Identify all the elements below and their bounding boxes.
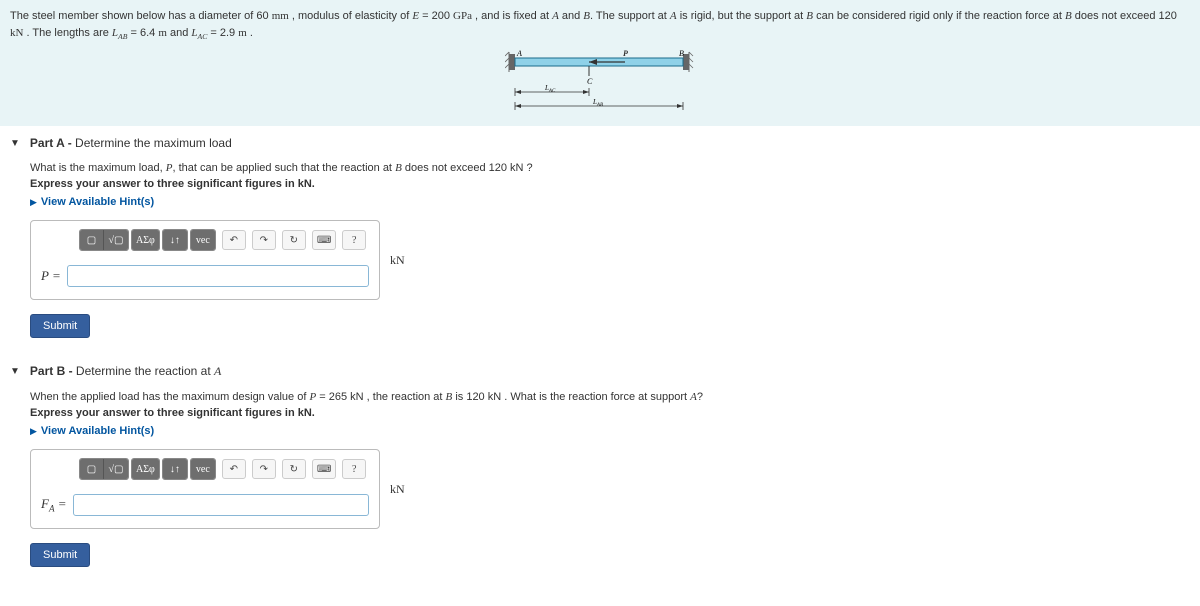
part-b-question: When the applied load has the maximum de… <box>30 391 1190 403</box>
svg-text:C: C <box>587 77 593 86</box>
reset-button[interactable]: ↻ <box>282 459 306 479</box>
help-button[interactable]: ? <box>342 230 366 250</box>
svg-text:B: B <box>679 49 684 58</box>
svg-text:LAB: LAB <box>592 98 603 108</box>
greek-button[interactable]: ΑΣφ <box>132 459 159 479</box>
part-a-answer-box: ▢ √▢ ΑΣφ ↓↑ vec ↶ ↷ ↻ ⌨ ? <box>30 220 380 300</box>
equation-toolbar: ▢ √▢ ΑΣφ ↓↑ vec ↶ ↷ ↻ ⌨ ? <box>31 450 379 488</box>
redo-button[interactable]: ↷ <box>252 230 276 250</box>
answer-variable-label: P = <box>41 268 61 284</box>
part-b-answer-input[interactable] <box>73 494 369 516</box>
chevron-right-icon: ▶ <box>30 197 37 208</box>
vec-button[interactable]: vec <box>191 230 215 250</box>
hints-label: View Available Hint(s) <box>41 196 154 208</box>
answer-variable-label: FA = <box>41 496 67 514</box>
help-button[interactable]: ? <box>342 459 366 479</box>
undo-button[interactable]: ↶ <box>222 230 246 250</box>
keyboard-button[interactable]: ⌨ <box>312 459 336 479</box>
svg-text:P: P <box>623 49 628 58</box>
part-a-header[interactable]: ▼ Part A - Determine the maximum load <box>10 136 1190 150</box>
problem-statement: The steel member shown below has a diame… <box>0 0 1200 126</box>
sqrt-button[interactable]: √▢ <box>104 459 128 479</box>
svg-text:A: A <box>516 49 522 58</box>
equation-toolbar: ▢ √▢ ΑΣφ ↓↑ vec ↶ ↷ ↻ ⌨ ? <box>31 221 379 259</box>
templates-button[interactable]: ▢ <box>80 230 104 250</box>
part-a-instruction: Express your answer to three significant… <box>30 178 1190 190</box>
part-b-answer-box: ▢ √▢ ΑΣφ ↓↑ vec ↶ ↷ ↻ ⌨ ? <box>30 449 380 529</box>
collapse-icon: ▼ <box>10 138 20 149</box>
collapse-icon: ▼ <box>10 366 20 377</box>
part-b-unit-label: kN <box>390 482 405 497</box>
templates-button[interactable]: ▢ <box>80 459 104 479</box>
part-b-title: Part B - Determine the reaction at A <box>30 364 221 379</box>
keyboard-button[interactable]: ⌨ <box>312 230 336 250</box>
reset-button[interactable]: ↻ <box>282 230 306 250</box>
part-b-header[interactable]: ▼ Part B - Determine the reaction at A <box>10 364 1190 379</box>
svg-text:LAC: LAC <box>544 84 556 94</box>
part-a-title: Part A - Determine the maximum load <box>30 136 232 150</box>
part-a-answer-input[interactable] <box>67 265 369 287</box>
beam-figure: A B C P LAC LAB <box>505 48 695 118</box>
vec-button[interactable]: vec <box>191 459 215 479</box>
scripts-button[interactable]: ↓↑ <box>163 459 187 479</box>
part-b: ▼ Part B - Determine the reaction at A W… <box>0 354 1200 583</box>
part-b-hints-toggle[interactable]: ▶ View Available Hint(s) <box>30 425 1190 437</box>
part-b-instruction: Express your answer to three significant… <box>30 407 1190 419</box>
chevron-right-icon: ▶ <box>30 426 37 437</box>
greek-button[interactable]: ΑΣφ <box>132 230 159 250</box>
redo-button[interactable]: ↷ <box>252 459 276 479</box>
part-a: ▼ Part A - Determine the maximum load Wh… <box>0 126 1200 354</box>
part-a-submit-button[interactable]: Submit <box>30 314 90 338</box>
hints-label: View Available Hint(s) <box>41 425 154 437</box>
part-a-question: What is the maximum load, P, that can be… <box>30 162 1190 174</box>
figure-container: A B C P LAC LAB <box>10 48 1190 118</box>
sqrt-button[interactable]: √▢ <box>104 230 128 250</box>
part-b-submit-button[interactable]: Submit <box>30 543 90 567</box>
scripts-button[interactable]: ↓↑ <box>163 230 187 250</box>
part-a-hints-toggle[interactable]: ▶ View Available Hint(s) <box>30 196 1190 208</box>
undo-button[interactable]: ↶ <box>222 459 246 479</box>
part-a-unit-label: kN <box>390 253 405 268</box>
problem-text: The steel member shown below has a diame… <box>10 10 1177 39</box>
